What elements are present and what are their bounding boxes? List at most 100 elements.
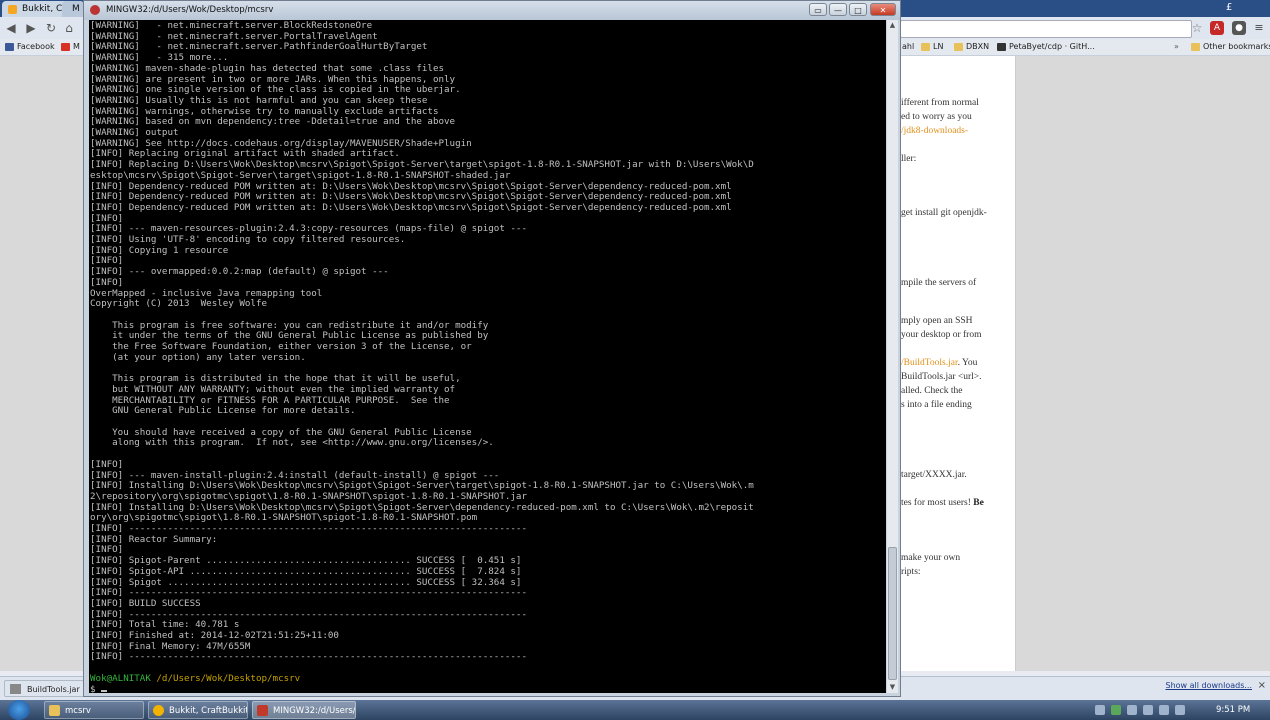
terminal-title: MINGW32:/d/Users/Wok/Desktop/mcsrv: [106, 5, 274, 15]
download-item-label: BuildTools.jar: [27, 685, 80, 694]
article-line: make your own: [901, 553, 960, 563]
article-line[interactable]: /jdk8-downloads-: [901, 126, 968, 136]
maximize-button[interactable]: □: [849, 3, 867, 16]
bookmark-label: Facebook: [17, 42, 55, 51]
extension-icon[interactable]: ●: [1232, 21, 1246, 35]
other-bookmarks[interactable]: Other bookmarks: [1190, 39, 1270, 55]
back-arrow-icon[interactable]: ◀: [4, 21, 18, 35]
article-line-text: mpile the servers of: [901, 278, 977, 288]
bookmark-petabyet[interactable]: PetaByet/cdp · GitH...: [996, 39, 1095, 55]
taskbar-item-label: MINGW32:/d/Users/...: [273, 706, 356, 716]
article-content: ifferent from normal ed to worry as you/j…: [893, 56, 1015, 671]
terminal-window: MINGW32:/d/Users/Wok/Desktop/mcsrv ▭ — □…: [83, 0, 901, 697]
power-icon[interactable]: [1159, 705, 1169, 715]
windows-taskbar: mcsrv Bukkit, CraftBukkit &... MINGW32:/…: [0, 700, 1270, 720]
download-item[interactable]: BuildTools.jar: [4, 680, 84, 697]
taskbar-item-chrome[interactable]: Bukkit, CraftBukkit &...: [148, 701, 248, 719]
browser-tab-label: M: [72, 4, 80, 14]
forward-arrow-icon[interactable]: ▶: [24, 21, 38, 35]
article-line: mpile the servers of: [901, 278, 976, 288]
home-icon[interactable]: ⌂: [62, 21, 76, 35]
article-line: alled. Check the: [901, 386, 962, 396]
terminal-console[interactable]: [WARNING] - net.minecraft.server.BlockRe…: [89, 20, 886, 693]
article-line-text: ed to worry as you: [901, 112, 972, 122]
article-line: ller:: [901, 154, 916, 164]
close-icon[interactable]: ×: [1258, 680, 1266, 691]
console-output: [WARNING] - net.minecraft.server.BlockRe…: [90, 20, 754, 693]
tray-arrow-icon[interactable]: [1095, 705, 1105, 715]
article-line-text: your desktop or from: [901, 330, 982, 340]
article-line: s into a file ending: [901, 400, 972, 410]
security-icon[interactable]: [1111, 705, 1121, 715]
mingw-icon: [257, 705, 268, 716]
facebook-icon: [5, 43, 14, 51]
bookmark-facebook[interactable]: Facebook: [4, 39, 55, 55]
bookmark-ahl[interactable]: ahl: [900, 39, 914, 55]
article-line-text: mply open an SSH: [901, 316, 973, 326]
article-line: target/XXXX.jar.: [901, 470, 967, 480]
prompt-symbol: $: [90, 683, 102, 693]
terminal-scrollbar[interactable]: ▲ ▼: [887, 20, 898, 693]
scroll-down-arrow-icon[interactable]: ▼: [887, 682, 898, 693]
network-icon[interactable]: [1127, 705, 1137, 715]
system-tray: [1095, 703, 1205, 717]
article-line-text: ripts:: [901, 567, 921, 577]
article-line-text: target/XXXX.jar.: [901, 470, 967, 480]
article-line-text: alled. Check the: [901, 386, 963, 396]
article-line: tes for most users! Be: [901, 498, 984, 508]
bookmark-gmail[interactable]: M: [60, 39, 80, 55]
close-button[interactable]: ✕: [870, 3, 896, 16]
start-button[interactable]: [8, 700, 30, 720]
bookmark-label: PetaByet/cdp · GitH...: [1009, 42, 1095, 51]
show-all-downloads-link[interactable]: Show all downloads...: [1153, 681, 1253, 690]
bookmark-ln[interactable]: LN: [920, 39, 943, 55]
article-line-text: /BuildTools.jar: [901, 358, 958, 368]
adblock-icon[interactable]: A: [1210, 21, 1224, 35]
bookmark-dbxn[interactable]: DBXN: [953, 39, 989, 55]
article-line-text: ller:: [901, 154, 917, 164]
bookmark-label: M: [73, 42, 80, 51]
taskbar-item-mcsrv[interactable]: mcsrv: [44, 701, 144, 719]
github-icon: [997, 43, 1006, 51]
taskbar-item-mingw[interactable]: MINGW32:/d/Users/...: [252, 701, 356, 719]
settings-menu-icon[interactable]: ≡: [1252, 21, 1266, 35]
article-line-text: ifferent from normal: [901, 98, 979, 108]
scrollbar-thumb[interactable]: [888, 547, 897, 680]
bukkit-favicon-icon: [8, 5, 17, 14]
flag-icon[interactable]: [1175, 705, 1185, 715]
star-bookmark-icon[interactable]: ☆: [1190, 21, 1204, 35]
bookmark-label: ahl: [902, 42, 915, 51]
folder-icon: [921, 43, 930, 51]
restore-icon[interactable]: ▭: [809, 3, 827, 16]
taskbar-item-label: mcsrv: [65, 706, 91, 716]
address-bar[interactable]: [900, 20, 1192, 38]
article-line[interactable]: /BuildTools.jar. You: [901, 358, 977, 368]
article-line-text: tes for most users!: [901, 498, 974, 508]
terminal-titlebar[interactable]: MINGW32:/d/Users/Wok/Desktop/mcsrv ▭ — □…: [84, 1, 900, 20]
volume-icon[interactable]: [1143, 705, 1153, 715]
chrome-icon: [153, 705, 164, 716]
article-line-suffix: . You: [957, 358, 978, 368]
taskbar-clock[interactable]: 9:51 PM: [1216, 700, 1250, 720]
article-line-text: BuildTools.jar <url>.: [901, 372, 982, 382]
article-line-text: /jdk8-downloads-: [901, 126, 969, 136]
folder-icon: [954, 43, 963, 51]
article-line-text: s into a file ending: [901, 400, 972, 410]
article-line: your desktop or from: [901, 330, 981, 340]
mingw-icon: [90, 5, 100, 15]
article-line: get install git openjdk-: [901, 208, 987, 218]
prompt-path: /d/Users/Wok/Desktop/mcsrv: [150, 672, 301, 684]
article-line: ed to worry as you: [901, 112, 972, 122]
folder-icon: [1191, 43, 1200, 51]
bookmark-label: LN: [933, 42, 944, 51]
minimize-button[interactable]: —: [829, 3, 847, 16]
browser-tab-second[interactable]: M: [62, 1, 84, 17]
text-cursor: [101, 689, 108, 692]
gmail-icon: [61, 43, 70, 51]
scroll-up-arrow-icon[interactable]: ▲: [887, 20, 898, 31]
reload-icon[interactable]: ↻: [44, 21, 58, 35]
bookmark-label: Other bookmarks: [1203, 42, 1270, 51]
bookmarks-overflow-icon[interactable]: »: [1174, 39, 1179, 55]
window-controls-icon[interactable]: £: [1226, 2, 1232, 13]
prompt-user: Wok@ALNITAK: [90, 672, 151, 684]
